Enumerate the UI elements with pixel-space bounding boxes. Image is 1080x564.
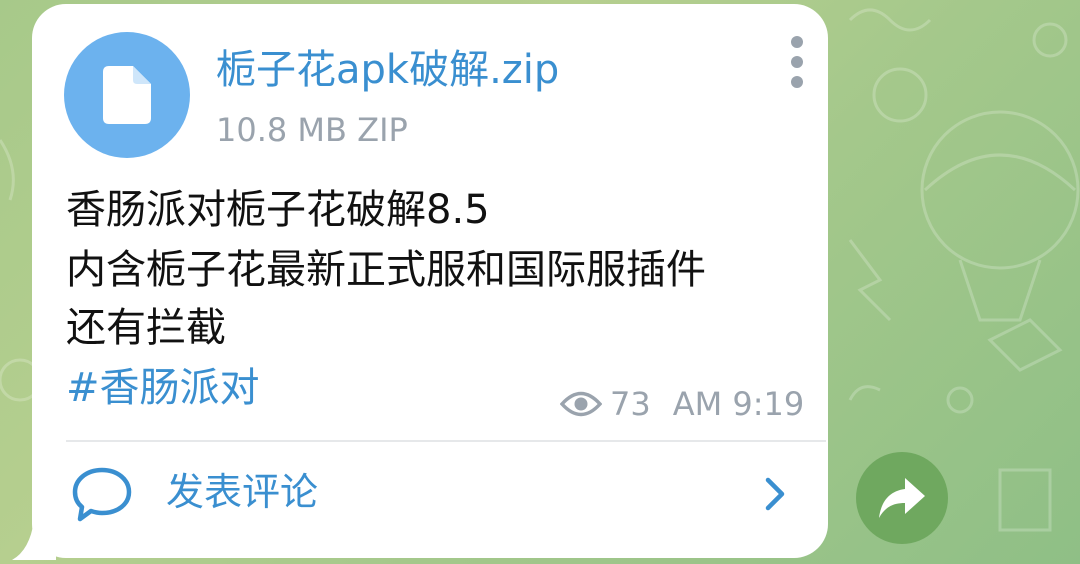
message-meta: 73 AM 9:19 [560,384,804,424]
chevron-right-icon [765,477,785,511]
leave-comment-button[interactable]: 发表评论 [66,446,798,542]
file-size: 10.8 MB ZIP [216,111,408,149]
message-line-1: 香肠派对栀子花破解8.5 [66,187,490,233]
views-count: 73 [610,385,651,423]
file-download-button[interactable] [64,32,190,158]
divider [66,440,826,442]
eye-icon [560,391,602,417]
comments-label: 发表评论 [166,470,319,514]
more-vertical-icon [791,36,803,48]
file-icon [103,66,151,124]
message-line-2: 内含栀子花最新正式服和国际服插件 [66,247,706,293]
message-line-3: 还有拦截 [66,305,226,351]
share-forward-icon [879,478,925,518]
hashtag-link[interactable]: #香肠派对 [66,360,260,416]
forward-button[interactable] [856,452,948,544]
file-name[interactable]: 栀子花apk破解.zip [216,42,559,98]
more-options-button[interactable] [786,36,808,88]
comment-bubble-icon [72,467,132,522]
message-time: AM 9:19 [672,385,805,423]
